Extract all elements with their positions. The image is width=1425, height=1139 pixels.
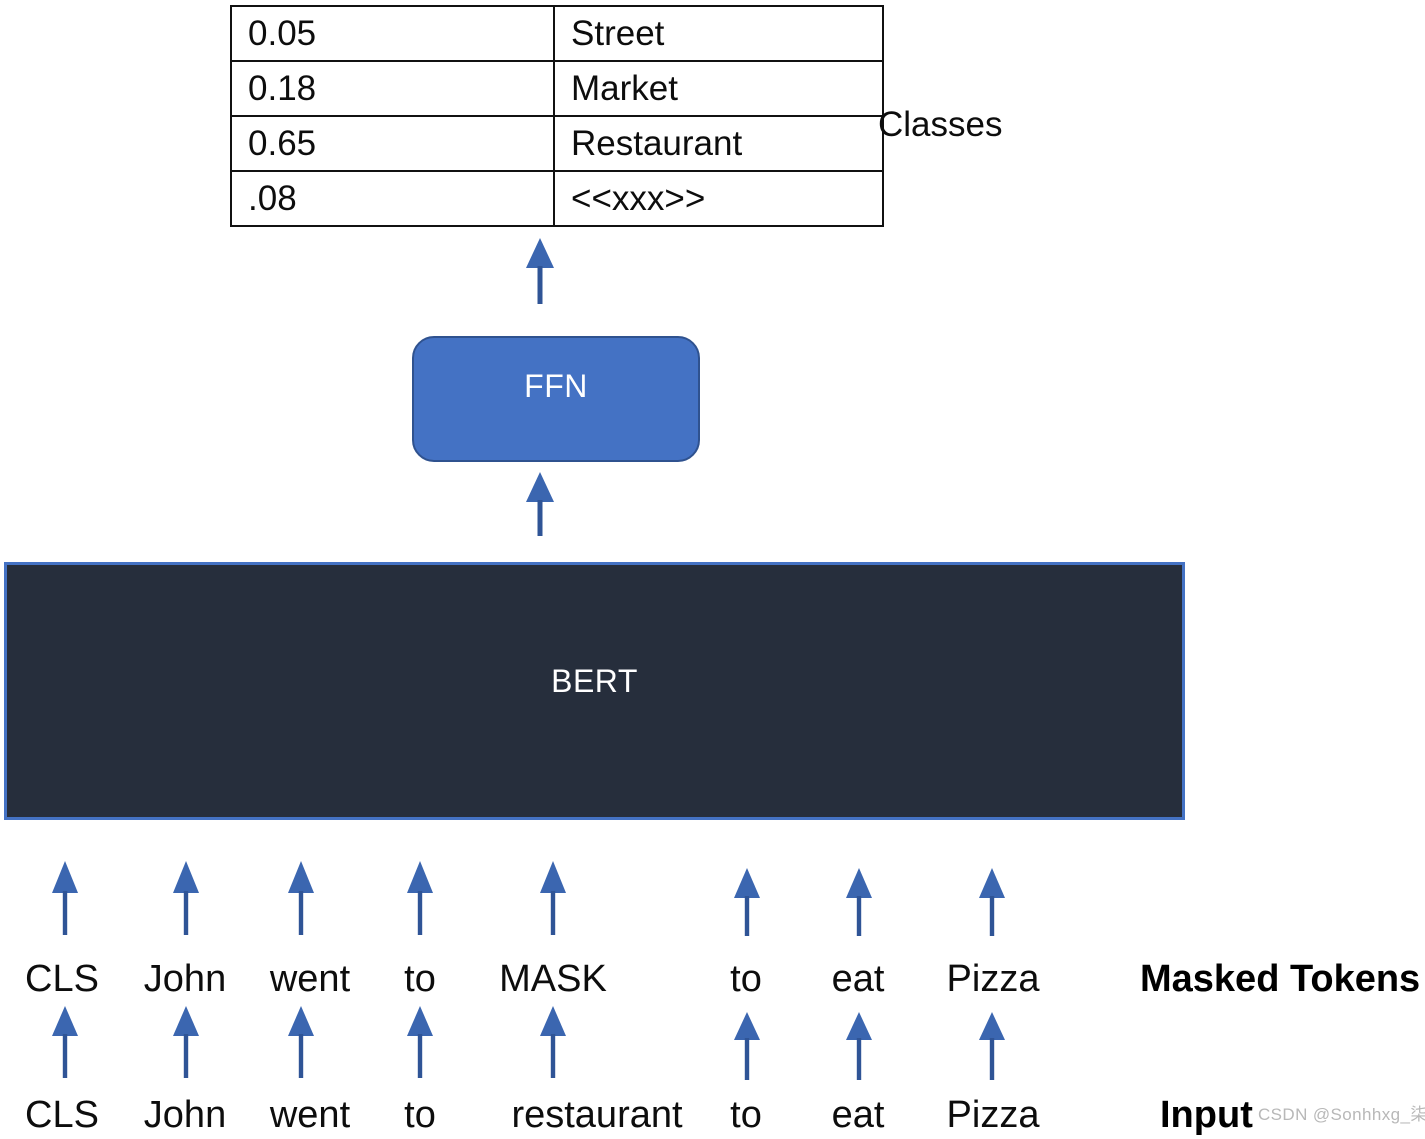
- ffn-label: FFN: [524, 368, 588, 404]
- ffn-block: FFN: [412, 336, 700, 462]
- masked-token-6: eat: [831, 958, 885, 1000]
- class-label-0: Street: [553, 5, 884, 62]
- arrow-up-icon-token-3-to-bert: [400, 861, 440, 935]
- input-token-4: restaurant: [511, 1094, 683, 1136]
- class-probability-0: 0.05: [230, 5, 555, 62]
- classes-caption: Classes: [878, 105, 1003, 144]
- masked-token-0: CLS: [25, 958, 99, 1000]
- table-row: 0.18 Market: [230, 60, 884, 117]
- arrow-up-icon-input-4-to-masked: [533, 1006, 573, 1078]
- arrow-up-icon-input-0-to-masked: [45, 1006, 85, 1078]
- arrow-up-icon-input-6-to-masked: [839, 1012, 879, 1080]
- input-token-3: to: [404, 1094, 436, 1136]
- input-token-5: to: [730, 1094, 762, 1136]
- class-probability-table: 0.05 Street 0.18 Market 0.65 Restaurant …: [230, 5, 884, 227]
- arrow-up-icon-token-4-to-bert: [533, 861, 573, 935]
- arrow-up-icon-ffn-to-table: [518, 238, 562, 304]
- bert-block: BERT: [4, 562, 1185, 820]
- arrow-up-icon-token-2-to-bert: [281, 861, 321, 935]
- watermark: CSDN @Sonhhxg_柒: [1258, 1105, 1425, 1124]
- arrow-up-icon-bert-to-ffn: [518, 472, 562, 536]
- input-token-7: Pizza: [946, 1094, 1040, 1136]
- class-label-1: Market: [553, 60, 884, 117]
- masked-token-2: went: [269, 958, 351, 1000]
- masked-token-3: to: [404, 958, 436, 1000]
- table-row: 0.05 Street: [230, 5, 884, 62]
- arrow-up-icon-input-5-to-masked: [727, 1012, 767, 1080]
- arrow-up-icon-input-7-to-masked: [972, 1012, 1012, 1080]
- class-probability-2: 0.65: [230, 115, 555, 172]
- input-caption: Input: [1160, 1094, 1253, 1136]
- input-token-0: CLS: [25, 1094, 99, 1136]
- masked-token-5: to: [730, 958, 762, 1000]
- arrow-up-icon-input-2-to-masked: [281, 1006, 321, 1078]
- input-token-1: John: [143, 1094, 227, 1136]
- table-row: .08 <<xxx>>: [230, 170, 884, 227]
- class-probability-1: 0.18: [230, 60, 555, 117]
- masked-token-1: John: [143, 958, 227, 1000]
- arrow-up-icon-token-0-to-bert: [45, 861, 85, 935]
- input-token-2: went: [269, 1094, 351, 1136]
- arrow-up-icon-token-7-to-bert: [972, 868, 1012, 936]
- bert-label: BERT: [551, 663, 638, 699]
- class-label-2: Restaurant: [553, 115, 884, 172]
- arrow-up-icon-token-6-to-bert: [839, 868, 879, 936]
- masked-token-7: Pizza: [946, 958, 1040, 1000]
- masked-tokens-caption: Masked Tokens: [1140, 958, 1421, 1000]
- input-token-6: eat: [831, 1094, 885, 1136]
- diagram-canvas: 0.05 Street 0.18 Market 0.65 Restaurant …: [0, 0, 1425, 1139]
- class-label-3: <<xxx>>: [553, 170, 884, 227]
- masked-token-4: MASK: [499, 958, 607, 1000]
- arrow-up-icon-input-1-to-masked: [166, 1006, 206, 1078]
- arrow-up-icon-token-5-to-bert: [727, 868, 767, 936]
- class-probability-3: .08: [230, 170, 555, 227]
- table-row: 0.65 Restaurant: [230, 115, 884, 172]
- arrow-up-icon-token-1-to-bert: [166, 861, 206, 935]
- arrow-up-icon-input-3-to-masked: [400, 1006, 440, 1078]
